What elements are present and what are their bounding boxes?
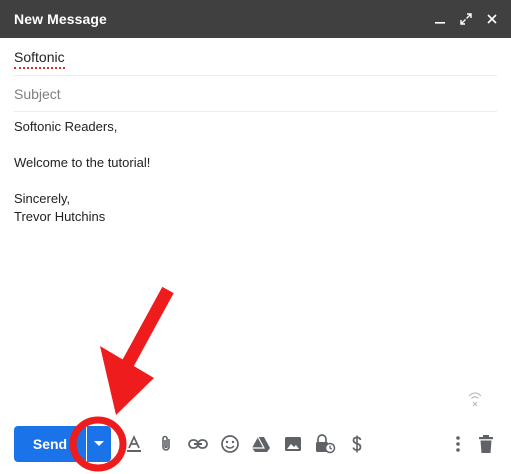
insert-drive-button[interactable]: [249, 432, 273, 456]
attach-files-button[interactable]: [154, 432, 178, 456]
discard-draft-button[interactable]: [474, 432, 498, 456]
recipients-field[interactable]: Softonic: [14, 38, 497, 76]
link-icon: [188, 439, 208, 449]
recipient-chip[interactable]: Softonic: [14, 49, 65, 69]
compose-header: New Message: [0, 0, 511, 38]
subject-placeholder: Subject: [14, 86, 61, 102]
expand-icon: [460, 13, 472, 25]
expand-button[interactable]: [457, 10, 475, 28]
paperclip-icon: [162, 435, 170, 451]
insert-emoji-button[interactable]: [218, 432, 242, 456]
more-options-button[interactable]: [446, 432, 470, 456]
minimize-button[interactable]: [431, 10, 449, 28]
window-controls: [431, 10, 501, 28]
body-closing: Sincerely,: [14, 191, 71, 206]
emoji-icon: [221, 435, 239, 453]
formatting-options-button[interactable]: [122, 432, 146, 456]
annotation-arrow-shaft: [121, 286, 174, 369]
text-format-icon: [127, 434, 141, 452]
body-signature: Trevor Hutchins: [14, 209, 106, 224]
send-button[interactable]: Send: [14, 426, 86, 462]
message-body[interactable]: Softonic Readers, Welcome to the tutoria…: [14, 118, 494, 226]
dropdown-caret-icon: [94, 441, 104, 446]
send-options-button[interactable]: [87, 426, 111, 462]
close-icon: [487, 14, 497, 24]
insert-photo-button[interactable]: [281, 432, 305, 456]
drive-icon: [252, 436, 270, 452]
body-greeting: Softonic Readers,: [14, 119, 118, 134]
more-vert-icon: [456, 436, 460, 452]
confidential-icon: [316, 434, 336, 454]
dollar-icon: [352, 435, 362, 453]
subject-field[interactable]: Subject: [14, 75, 497, 112]
photo-icon: [285, 437, 301, 451]
insert-link-button[interactable]: [186, 432, 210, 456]
trash-icon: [479, 435, 493, 453]
close-button[interactable]: [483, 10, 501, 28]
annotation-arrow-head: [100, 346, 154, 415]
signal-icon: [468, 392, 482, 407]
compose-toolbar: Send: [0, 426, 511, 462]
compose-title: New Message: [14, 11, 107, 27]
minimize-icon: [435, 22, 445, 24]
send-money-button[interactable]: [345, 432, 369, 456]
body-message: Welcome to the tutorial!: [14, 155, 151, 170]
confidential-mode-button[interactable]: [313, 432, 337, 456]
